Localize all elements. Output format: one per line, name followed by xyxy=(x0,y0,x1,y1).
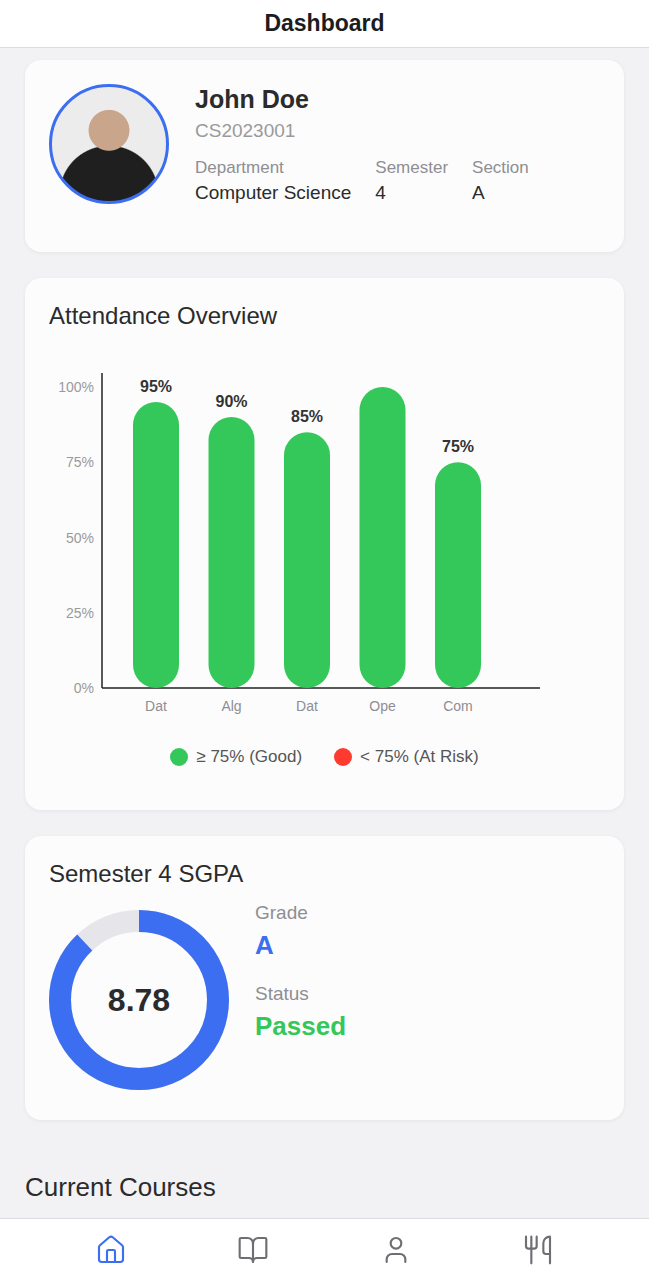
header: Dashboard xyxy=(0,0,649,48)
field-label: Department xyxy=(195,158,351,178)
y-tick: 75% xyxy=(66,454,94,470)
profile-field: Semester 4 xyxy=(375,158,448,204)
profile-info: John Doe CS2023001 Department Computer Scie… xyxy=(195,84,600,204)
book-icon xyxy=(237,1234,269,1266)
sgpa-info: Grade A Status Passed xyxy=(255,902,346,1064)
nav-button[interactable] xyxy=(325,1219,467,1280)
field-value: 4 xyxy=(375,182,448,204)
profile-fields: Department Computer Science Semester 4 Secti… xyxy=(195,158,600,204)
x-axis xyxy=(102,687,540,689)
grade-value: A xyxy=(255,930,346,961)
attendance-bar: 85% Dat xyxy=(284,408,330,714)
y-axis xyxy=(101,373,103,688)
sgpa-donut: 8.78 xyxy=(49,910,229,1090)
bar-category: Com xyxy=(443,698,473,714)
profile-card: John Doe CS2023001 Department Computer Scie… xyxy=(25,60,624,252)
legend-label: < 75% (At Risk) xyxy=(360,747,479,767)
y-tick: 0% xyxy=(74,680,94,696)
y-tick: 50% xyxy=(66,530,94,546)
legend-item: < 75% (At Risk) xyxy=(334,747,479,767)
sgpa-value: 8.78 xyxy=(49,910,229,1090)
bar-category: Dat xyxy=(296,698,318,714)
y-tick: 25% xyxy=(66,605,94,621)
bar-category: Alg xyxy=(221,698,241,714)
profile-field: Department Computer Science xyxy=(195,158,351,204)
content: John Doe CS2023001 Department Computer Scie… xyxy=(0,48,649,1203)
y-tick: 100% xyxy=(58,379,94,395)
profile-field: Section A xyxy=(472,158,529,204)
user-icon xyxy=(380,1234,412,1266)
sgpa-card: Semester 4 SGPA 8.78 Grade A Status Passed xyxy=(25,836,624,1120)
attendance-chart: 100% 75% 50% 25% 0% 95% Dat 90% Alg 85% Dat Ope 75% C… xyxy=(49,358,600,723)
student-id: CS2023001 xyxy=(195,120,600,142)
profile-row: John Doe CS2023001 Department Computer Scie… xyxy=(49,84,600,204)
field-label: Section xyxy=(472,158,529,178)
legend-label: ≥ 75% (Good) xyxy=(196,747,302,767)
bar-value: 75% xyxy=(442,438,474,455)
attendance-bar: 90% Alg xyxy=(209,393,255,714)
nav-button[interactable] xyxy=(467,1219,609,1280)
status-value: Passed xyxy=(255,1011,346,1042)
dashboard-page: Dashboard John Doe CS2023001 Department Comp… xyxy=(0,0,649,1280)
legend-item: ≥ 75% (Good) xyxy=(170,747,302,767)
attendance-card: Attendance Overview 100% 75% 50% 25% 0% 95% Dat… xyxy=(25,278,624,810)
status-label: Status xyxy=(255,983,346,1005)
legend-dot xyxy=(334,748,352,766)
bar-category: Ope xyxy=(369,698,396,714)
sgpa-row: 8.78GradeAStatusPassed xyxy=(49,910,600,1090)
home-icon xyxy=(95,1234,127,1266)
field-value: A xyxy=(472,182,529,204)
student-name: John Doe xyxy=(195,84,600,114)
bottom-nav xyxy=(0,1218,649,1280)
bar-value: 90% xyxy=(215,393,247,410)
grade-label: Grade xyxy=(255,902,346,924)
chart-legend: ≥ 75% (Good) < 75% (At Risk) xyxy=(49,747,600,767)
courses-heading: Current Courses xyxy=(25,1172,624,1203)
attendance-bar: Ope xyxy=(360,387,406,714)
utensils-icon xyxy=(522,1234,554,1266)
card-title: Attendance Overview xyxy=(49,302,600,330)
nav-button[interactable] xyxy=(182,1219,324,1280)
nav-button[interactable] xyxy=(40,1219,182,1280)
bar-value: 95% xyxy=(140,378,172,395)
header-title: Dashboard xyxy=(264,10,384,37)
attendance-bar: 95% Dat xyxy=(133,378,179,714)
legend-dot xyxy=(170,748,188,766)
field-value: Computer Science xyxy=(195,182,351,204)
field-label: Semester xyxy=(375,158,448,178)
card-title: Semester 4 SGPA xyxy=(49,860,600,888)
avatar-photo xyxy=(49,84,169,204)
bar-category: Dat xyxy=(145,698,167,714)
attendance-bar: 75% Com xyxy=(435,438,481,714)
bar-value: 85% xyxy=(291,408,323,425)
